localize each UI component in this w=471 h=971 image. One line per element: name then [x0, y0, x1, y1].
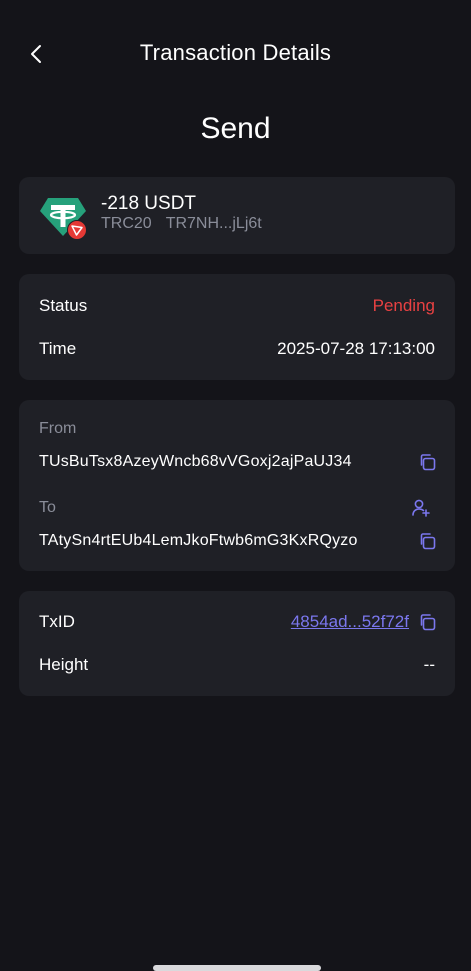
height-label: Height	[39, 655, 89, 674]
network-label: TRC20	[101, 215, 152, 232]
transaction-type-title: Send	[200, 112, 271, 145]
copy-txid-button[interactable]	[417, 612, 437, 632]
time-value: 2025-07-28 17:13:00	[277, 339, 435, 358]
short-address: TR7NH...jLj6t	[165, 215, 262, 232]
copy-icon	[420, 454, 436, 471]
status-card: Status Pending Time 2025-07-28 17:13:00	[19, 274, 455, 380]
txid-label: TxID	[39, 612, 75, 631]
token-icon-group	[38, 194, 88, 240]
status-label: Status	[39, 296, 88, 315]
asset-card: -218 USDT TRC20 TR7NH...jLj6t	[19, 177, 455, 254]
amount: -218 USDT	[101, 193, 197, 214]
txid-link[interactable]: 4854ad...52f72f	[291, 612, 409, 632]
to-address: TAtySn4rtEUb4LemJkoFtwb6mG3KxRQyzo	[39, 532, 358, 549]
home-indicator[interactable]	[153, 965, 321, 971]
status-value: Pending	[372, 296, 435, 315]
copy-to-button[interactable]	[417, 531, 437, 551]
page-title: Transaction Details	[139, 40, 332, 65]
copy-from-button[interactable]	[417, 452, 437, 472]
tron-icon	[67, 220, 87, 240]
address-card: From TUsBuTsx8AzeyWncb68vVGoxj2ajPaUJ34 …	[19, 400, 455, 571]
copy-icon	[420, 533, 436, 550]
to-label: To	[39, 499, 56, 516]
time-label: Time	[39, 339, 77, 358]
tx-card: TxID 4854ad...52f72f Height --	[19, 591, 455, 696]
from-address: TUsBuTsx8AzeyWncb68vVGoxj2ajPaUJ34	[39, 453, 352, 470]
height-value: --	[423, 655, 435, 674]
top-bar: Transaction Details	[0, 0, 471, 108]
asset-meta: TRC20 TR7NH...jLj6t	[101, 215, 262, 233]
add-contact-icon	[412, 499, 430, 517]
copy-icon	[420, 614, 436, 631]
add-contact-button[interactable]	[411, 498, 431, 518]
from-label: From	[39, 420, 77, 437]
